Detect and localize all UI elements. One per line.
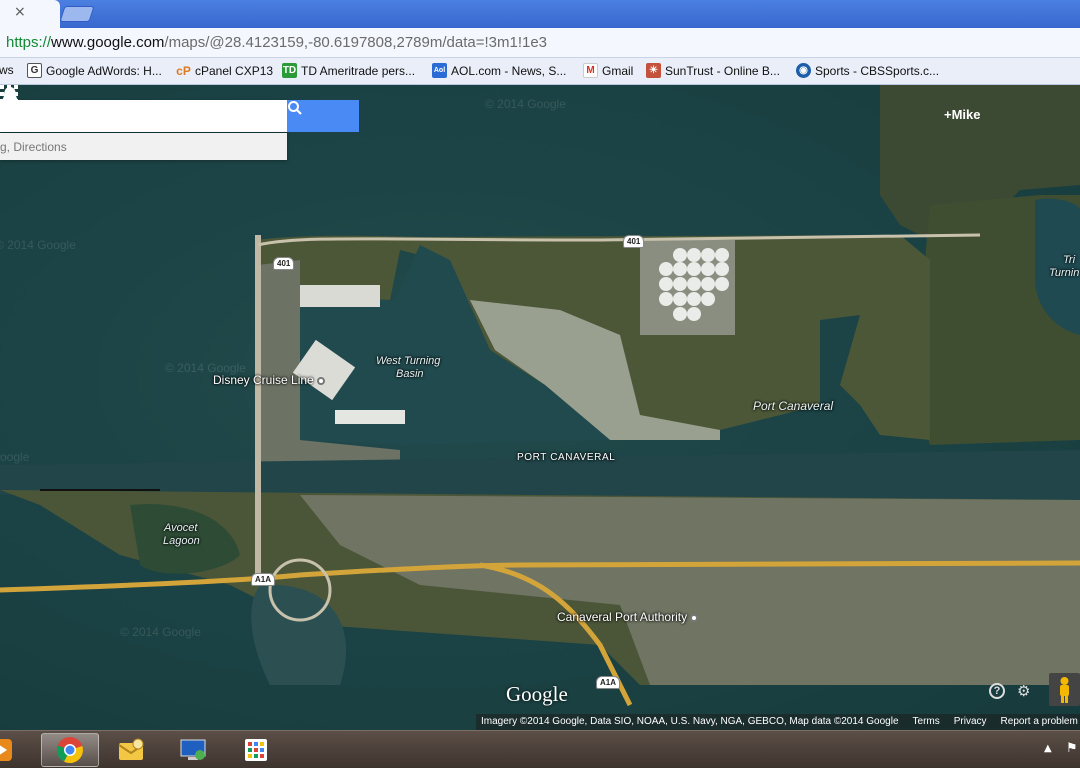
notifications-bell-icon[interactable] — [0, 85, 20, 107]
disney-cruise-line-poi[interactable]: Disney Cruise Line — [213, 373, 325, 387]
search-icon — [288, 101, 302, 115]
taskbar-app-grid[interactable] — [227, 733, 285, 767]
privacy-link[interactable]: Privacy — [954, 716, 987, 727]
avocet-lagoon-label: Avocet — [164, 522, 198, 534]
td-ameritrade-icon: TD — [282, 63, 297, 78]
taskbar-media-player[interactable] — [0, 733, 30, 767]
route-a1a-shield: A1A — [251, 573, 276, 586]
west-turning-basin-label-2: Basin — [396, 368, 424, 380]
user-profile-link[interactable]: +Mike — [944, 107, 981, 122]
taskbar-outlook[interactable] — [102, 733, 160, 767]
terminal-building — [300, 285, 380, 307]
aol-icon: Aol — [432, 63, 447, 78]
browser-tab-strip: × — [0, 0, 1080, 28]
street-view-pegman[interactable] — [1049, 673, 1080, 706]
avocet-lagoon-label-2: Lagoon — [163, 535, 200, 547]
route-401-shield: 401 — [273, 257, 295, 270]
report-problem-link[interactable]: Report a problem — [1001, 716, 1078, 727]
active-tab[interactable]: × — [0, 0, 60, 28]
bookmark-label: SunTrust - Online B... — [665, 63, 780, 78]
search-button[interactable] — [287, 100, 359, 132]
turning-basin-label-partial-2: Turnin — [1049, 267, 1080, 279]
route-401-shield: 401 — [623, 235, 645, 248]
bookmark-label: cPanel CXP13 — [195, 63, 274, 78]
search-input[interactable] — [0, 100, 287, 132]
map-watermark: © 2014 Google — [120, 625, 201, 639]
new-tab-button[interactable] — [59, 6, 95, 22]
bookmark-label: Sports - CBSSports.c... — [815, 63, 940, 78]
app-grid-icon — [245, 739, 267, 761]
cpanel-icon: cP — [176, 63, 191, 78]
bookmark-label: TD Ameritrade pers... — [301, 63, 416, 78]
suntrust-icon: ☀ — [646, 63, 661, 78]
bookmark-item[interactable]: ws — [0, 63, 14, 77]
media-player-icon — [0, 739, 12, 761]
map-watermark: © 2014 Google — [0, 238, 76, 252]
pegman-icon — [1060, 677, 1069, 703]
west-turning-basin-label: West Turning — [376, 355, 441, 367]
tab-close-icon[interactable]: × — [14, 4, 26, 20]
url-path: /maps/@28.4123159,-80.6197808,2789m/data… — [164, 34, 548, 51]
imagery-credit: Imagery ©2014 Google, Data SIO, NOAA, U.… — [481, 716, 899, 727]
bookmark-label: AOL.com - News, S... — [451, 63, 567, 78]
poi-pin-icon — [316, 376, 325, 385]
taskbar-remote-desktop[interactable] — [164, 733, 222, 767]
bookmark-gmail[interactable]: M Gmail — [583, 63, 633, 78]
url-text[interactable]: https://www.google.com/maps/@28.4123159,… — [6, 34, 547, 51]
google-logo: Google — [506, 682, 568, 706]
port-canaveral-channel-label: PORT CANAVERAL — [517, 452, 616, 463]
bookmark-aol[interactable]: Aol AOL.com - News, S... — [432, 63, 566, 78]
canaveral-port-authority-poi[interactable]: Canaveral Port Authority — [557, 610, 699, 624]
action-center-flag-icon[interactable]: ⚑ — [1066, 741, 1078, 756]
settings-gear-icon[interactable]: ⚙ — [1017, 683, 1033, 699]
bookmark-google-adwords[interactable]: G Google AdWords: H... — [27, 63, 162, 78]
bookmark-td-ameritrade[interactable]: TD TD Ameritrade pers... — [282, 63, 415, 78]
satellite-map[interactable]: g, Directions +Mike © 2014 Google © 2014… — [0, 85, 1080, 730]
help-icon[interactable]: ? — [989, 683, 1005, 699]
outlook-icon — [118, 738, 144, 760]
map-watermark: oogle — [0, 450, 30, 464]
cbs-eye-icon: ◉ — [796, 63, 811, 78]
tray-expand-icon[interactable]: ▲ — [1044, 743, 1052, 754]
cruise-ship-2 — [335, 410, 405, 424]
screen: × https://www.google.com/maps/@28.412315… — [0, 0, 1080, 768]
taskbar-chrome[interactable] — [41, 733, 99, 767]
gmail-icon: M — [583, 63, 598, 78]
chrome-icon — [56, 737, 83, 764]
remote-desktop-icon — [180, 739, 206, 760]
bookmark-label: Google AdWords: H... — [46, 63, 162, 78]
port-canaveral-label: Port Canaveral — [753, 399, 834, 413]
bookmark-suntrust[interactable]: ☀ SunTrust - Online B... — [646, 63, 780, 78]
map-attribution: Imagery ©2014 Google, Data SIO, NOAA, U.… — [476, 714, 1080, 730]
bookmark-label: ws — [0, 63, 14, 77]
bookmarks-bar: ws G Google AdWords: H... cP cPanel CXP1… — [0, 58, 1080, 85]
terms-link[interactable]: Terms — [913, 716, 940, 727]
route-a1a-shield: A1A — [596, 676, 621, 689]
google-adwords-icon: G — [27, 63, 42, 78]
poi-pin-icon — [690, 613, 699, 622]
directions-hint[interactable]: g, Directions — [0, 133, 287, 160]
address-bar[interactable]: https://www.google.com/maps/@28.4123159,… — [0, 28, 1080, 58]
poi-label: Disney Cruise Line — [213, 373, 314, 387]
poi-label: Canaveral Port Authority — [557, 610, 688, 624]
bookmark-cbssports[interactable]: ◉ Sports - CBSSports.c... — [796, 63, 939, 78]
bookmark-cpanel[interactable]: cP cPanel CXP13 — [176, 63, 273, 78]
url-host: www.google.com — [51, 34, 165, 51]
windows-taskbar: ▲ ⚑ — [0, 730, 1080, 768]
bookmark-label: Gmail — [602, 63, 634, 78]
turning-basin-label-partial: Tri — [1063, 254, 1076, 266]
url-scheme: https:// — [6, 34, 52, 51]
map-watermark: © 2014 Google — [485, 97, 566, 111]
